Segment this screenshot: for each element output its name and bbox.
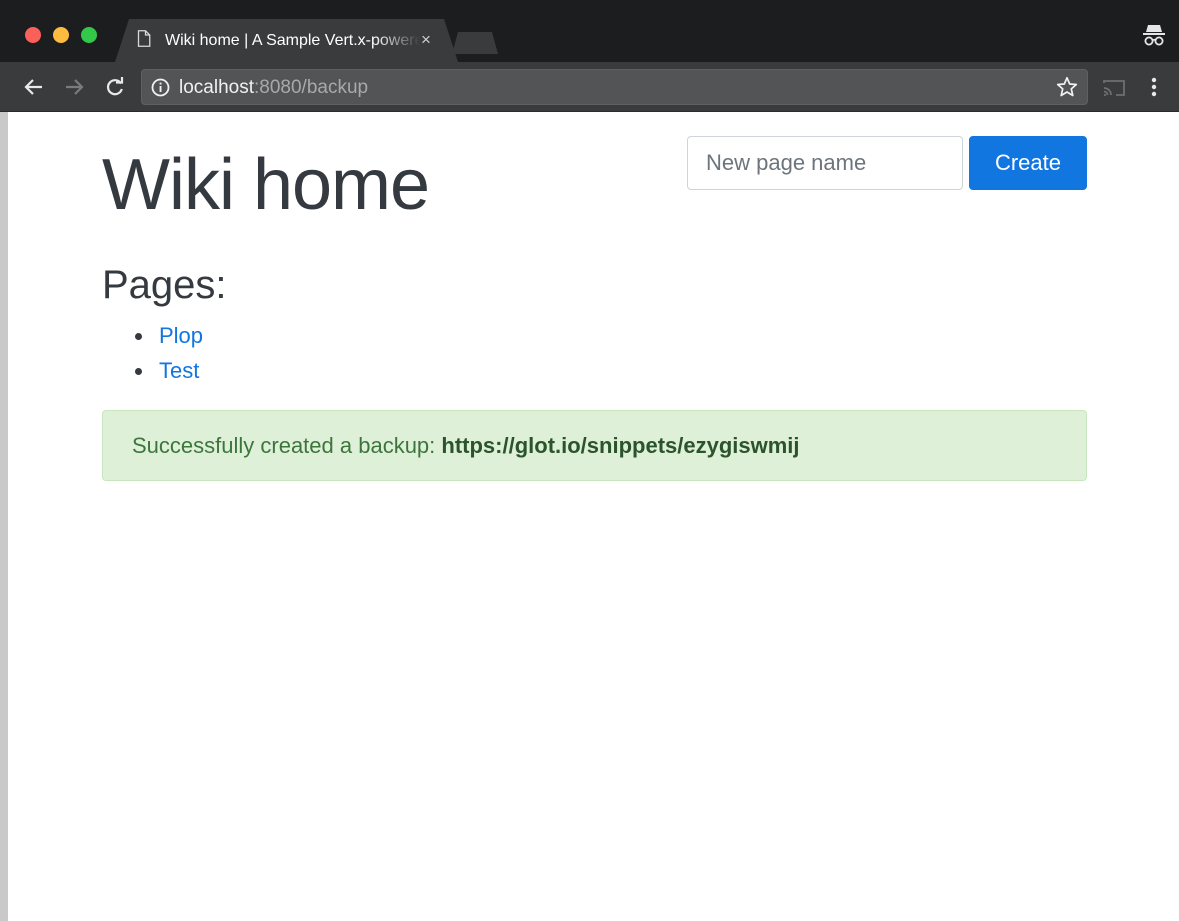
page-link-test[interactable]: Test [159, 358, 199, 383]
arrow-right-icon [66, 79, 84, 95]
create-button[interactable]: Create [969, 136, 1087, 190]
address-text[interactable]: localhost:8080/backup [179, 77, 368, 99]
back-button[interactable] [22, 75, 46, 99]
pages-heading: Pages: [102, 263, 227, 307]
backup-link: https://glot.io/snippets/ezygiswmij [441, 433, 800, 458]
window-frame [0, 112, 8, 921]
list-item: Test [102, 353, 203, 388]
more-vert-icon[interactable] [1145, 76, 1163, 98]
browser-toolbar: localhost:8080/backup [0, 62, 1179, 112]
arrow-left-icon [24, 79, 42, 95]
page-list: Plop Test [102, 318, 203, 388]
new-page-name-input[interactable] [687, 136, 963, 190]
tab-title: Wiki home | A Sample Vert.x-powered Wiki [165, 32, 420, 49]
close-window-button[interactable] [25, 27, 41, 43]
reload-button[interactable] [103, 75, 127, 99]
reload-icon [107, 77, 124, 96]
tab-strip: Wiki home | A Sample Vert.x-powered Wiki… [0, 0, 1179, 62]
maximize-window-button[interactable] [81, 27, 97, 43]
list-item: Plop [102, 318, 203, 353]
page-content: Wiki home Create Pages: Plop Test Succes… [8, 113, 1179, 921]
incognito-icon [1143, 25, 1165, 46]
bullet [135, 368, 142, 375]
alert-message: Successfully created a backup: [132, 433, 442, 458]
success-alert: Successfully created a backup: https://g… [102, 410, 1087, 481]
browser-tab[interactable]: Wiki home | A Sample Vert.x-powered Wiki… [115, 19, 458, 62]
page-title: Wiki home [102, 145, 430, 225]
address-host: localhost [179, 77, 254, 98]
cast-icon[interactable] [1103, 79, 1125, 97]
info-icon[interactable] [151, 78, 170, 97]
file-icon [137, 30, 151, 47]
bullet [135, 333, 142, 340]
browser-window: Wiki home | A Sample Vert.x-powered Wiki… [0, 0, 1179, 921]
star-icon[interactable] [1056, 76, 1078, 98]
address-bar[interactable]: localhost:8080/backup [141, 69, 1088, 105]
address-path: :8080/backup [254, 77, 369, 98]
forward-button[interactable] [62, 75, 86, 99]
page-link-plop[interactable]: Plop [159, 323, 203, 348]
minimize-window-button[interactable] [53, 27, 69, 43]
new-tab-button[interactable] [452, 32, 498, 54]
tab-close-button[interactable]: × [417, 29, 435, 51]
